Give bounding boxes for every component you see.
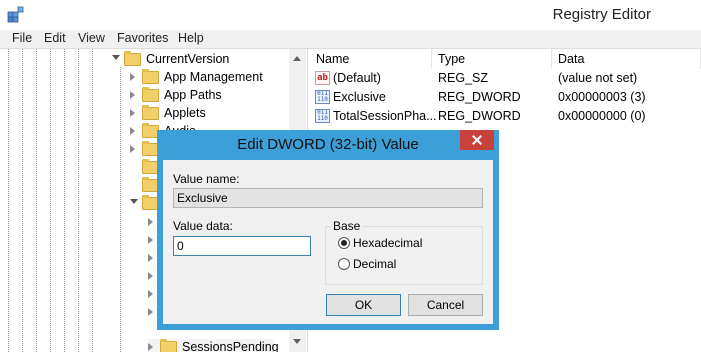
expand-arrow-icon[interactable]: [148, 290, 153, 298]
value-data-input[interactable]: 0: [173, 236, 311, 256]
tree-guide-line: [120, 67, 121, 352]
expand-arrow-icon[interactable]: [130, 73, 135, 81]
value-type: REG_SZ: [438, 71, 489, 85]
menu-file[interactable]: File: [12, 31, 32, 45]
value-data-label: Value data:: [173, 219, 233, 233]
dword-value-icon: 011 110: [315, 109, 330, 123]
menu-edit[interactable]: Edit: [44, 31, 66, 45]
value-name-label: Value name:: [173, 172, 240, 186]
folder-icon: [160, 339, 177, 352]
tree-guide-line: [78, 49, 79, 352]
tree-guide-line: [50, 49, 51, 352]
expand-arrow-icon[interactable]: [130, 109, 135, 117]
value-data: 0x00000000 (0): [558, 109, 646, 123]
expand-arrow-icon[interactable]: [148, 254, 153, 262]
decimal-label[interactable]: Decimal: [353, 257, 396, 271]
column-header-data[interactable]: Data: [552, 49, 701, 69]
window-title: Registry Editor: [552, 6, 651, 23]
column-header-name[interactable]: Name: [310, 49, 432, 69]
expand-arrow-icon[interactable]: [148, 272, 153, 280]
value-data: (value not set): [558, 71, 638, 85]
tree-guide-line: [36, 49, 37, 352]
expand-arrow-icon[interactable]: [130, 127, 135, 135]
hexadecimal-label[interactable]: Hexadecimal: [353, 236, 422, 250]
string-value-icon: ab: [315, 71, 330, 85]
column-header-type[interactable]: Type: [432, 49, 552, 69]
tree-item-sessionspending[interactable]: SessionsPending: [148, 339, 279, 352]
list-row[interactable]: 011 110 TotalSessionPha... REG_DWORD 0x00…: [310, 108, 701, 126]
expand-arrow-icon[interactable]: [130, 145, 135, 153]
expand-arrow-icon[interactable]: [148, 308, 153, 316]
tree-guide-line: [8, 49, 9, 352]
folder-open-icon: [124, 51, 141, 66]
scroll-down-arrow-icon[interactable]: [293, 339, 301, 344]
expand-arrow-icon[interactable]: [130, 91, 135, 99]
hexadecimal-radio[interactable]: [338, 237, 350, 249]
list-row[interactable]: 011 110 Exclusive REG_DWORD 0x00000003 (3…: [310, 89, 701, 107]
dialog-body: Value name: Exclusive Value data: 0 Base…: [163, 160, 493, 324]
value-name: (Default): [333, 71, 381, 85]
value-data: 0x00000003 (3): [558, 90, 646, 104]
dialog-title: Edit DWORD (32-bit) Value: [237, 136, 419, 153]
folder-icon: [142, 105, 159, 120]
ok-button[interactable]: OK: [326, 294, 401, 316]
expand-arrow-icon[interactable]: [148, 218, 153, 226]
scroll-up-arrow-icon[interactable]: [293, 56, 301, 61]
close-button[interactable]: [460, 130, 494, 150]
folder-icon: [142, 87, 159, 102]
base-group: [325, 226, 483, 285]
list-row[interactable]: ab (Default) REG_SZ (value not set): [310, 70, 701, 88]
expand-arrow-icon[interactable]: [148, 343, 153, 351]
menu-favorites[interactable]: Favorites: [117, 31, 168, 45]
menu-bar: File Edit View Favorites Help: [0, 30, 701, 49]
tree-guide-line: [22, 49, 23, 352]
folder-icon: [142, 69, 159, 84]
menu-help[interactable]: Help: [178, 31, 204, 45]
tree-guide-line: [92, 49, 93, 352]
cancel-button[interactable]: Cancel: [408, 294, 483, 316]
value-type: REG_DWORD: [438, 90, 521, 104]
value-type: REG_DWORD: [438, 109, 521, 123]
decimal-radio[interactable]: [338, 258, 350, 270]
collapse-arrow-icon[interactable]: [112, 55, 120, 60]
edit-dword-dialog: Edit DWORD (32-bit) Value Value name: Ex…: [157, 130, 499, 330]
value-name: TotalSessionPha...: [333, 109, 437, 123]
value-name-field: Exclusive: [173, 188, 483, 208]
collapse-arrow-icon[interactable]: [130, 199, 138, 204]
base-group-label: Base: [331, 219, 363, 233]
menu-view[interactable]: View: [78, 31, 105, 45]
value-name: Exclusive: [333, 90, 386, 104]
title-bar: Registry Editor: [0, 0, 701, 30]
expand-arrow-icon[interactable]: [148, 236, 153, 244]
tree-guide-line: [64, 49, 65, 352]
dword-value-icon: 011 110: [315, 90, 330, 104]
